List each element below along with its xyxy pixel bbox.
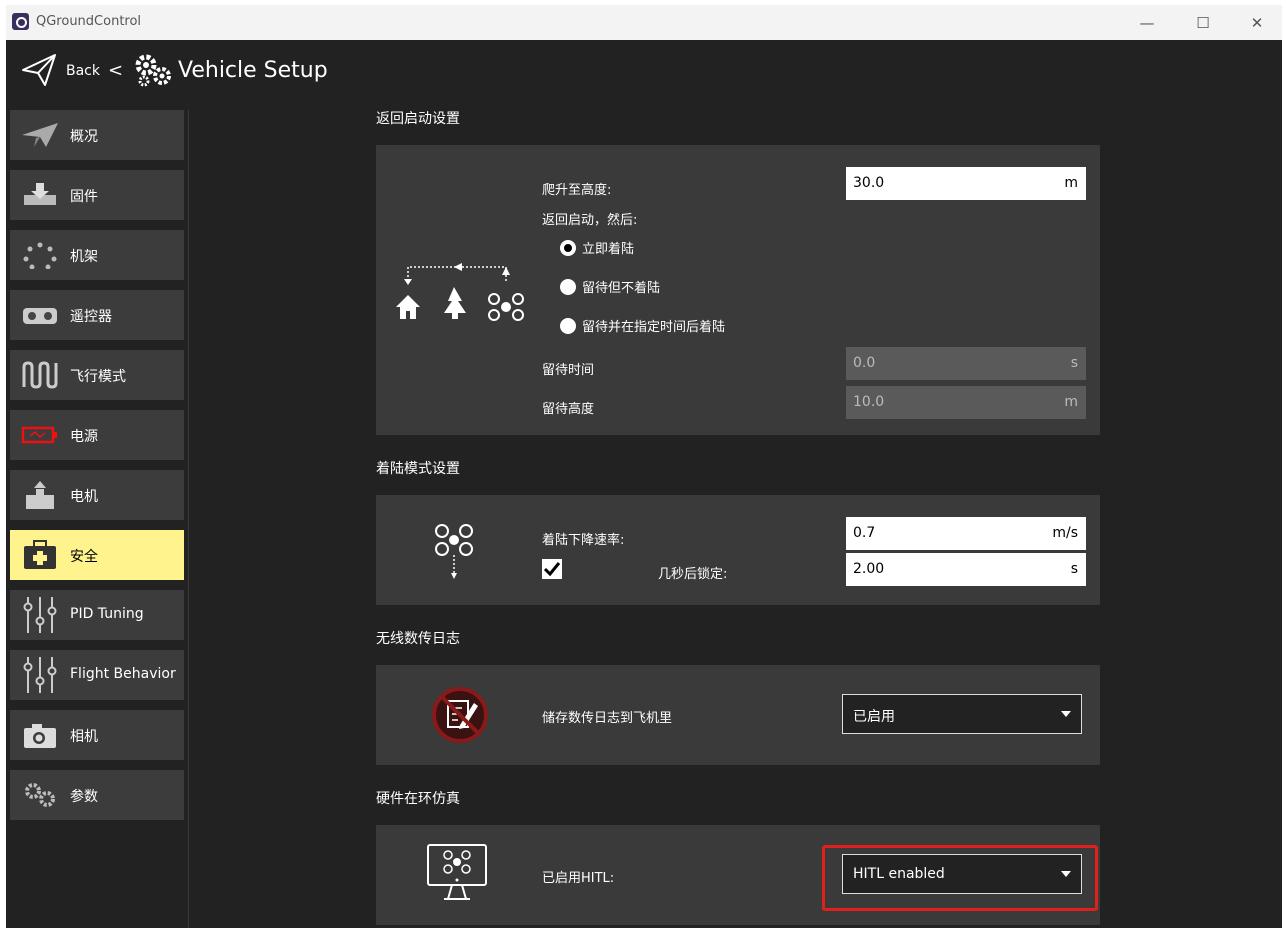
radio-icon [16, 300, 64, 330]
qgc-logo-icon [12, 13, 29, 30]
climb-altitude-label: 爬升至高度: [542, 183, 612, 198]
sidebar-item-flight-modes[interactable]: 飞行模式 [10, 350, 184, 400]
sidebar-item-label: 电源 [70, 429, 98, 445]
minimize-button[interactable]: — [1124, 5, 1170, 40]
rtl-section-title: 返回启动设置 [376, 111, 460, 127]
gears-icon [132, 52, 174, 92]
window-title: QGroundControl [36, 14, 142, 29]
top-toolbar: Back < Vehicle Setup [6, 40, 1282, 100]
rtl-diagram-icon [394, 257, 524, 331]
sidebar-item-flight-behavior[interactable]: Flight Behavior [10, 650, 184, 700]
descent-rate-field[interactable]: 0.7 m/s [846, 517, 1086, 550]
sidebar-item-safety[interactable]: 安全 [10, 530, 184, 580]
save-telemetry-value: 已启用 [853, 709, 895, 725]
motor-icon [16, 480, 64, 510]
flight-modes-icon [16, 360, 64, 390]
descent-rate-value: 0.7 [853, 525, 876, 541]
telemetry-section-title: 无线数传日志 [376, 631, 460, 647]
sidebar-item-summary[interactable]: 概况 [10, 110, 184, 160]
sidebar-item-parameters[interactable]: 参数 [10, 770, 184, 820]
telemetry-panel: 储存数传日志到飞机里 已启用 [376, 665, 1100, 765]
highlight-box [822, 845, 1098, 911]
sidebar-item-label: 遥控器 [70, 309, 112, 325]
sidebar-item-label: PID Tuning [70, 606, 144, 622]
climb-altitude-field[interactable]: 30.0 m [846, 167, 1086, 200]
climb-altitude-unit: m [1064, 175, 1078, 191]
sidebar-item-label: 概况 [70, 129, 98, 145]
sidebar-item-airframe[interactable]: 机架 [10, 230, 184, 280]
chevron-down-icon [1061, 711, 1071, 717]
sidebar-item-label: 安全 [70, 549, 98, 565]
save-telemetry-label: 储存数传日志到飞机里 [542, 711, 673, 726]
landing-drone-icon [426, 519, 486, 587]
loiter-time-unit: s [1070, 355, 1078, 371]
disarm-delay-value: 2.00 [853, 561, 885, 577]
sliders-icon [16, 597, 64, 633]
radio-label: 留待但不着陆 [582, 281, 661, 296]
rtl-panel: 爬升至高度: 30.0 m 返回启动，然后: 立即着陆 留待但不着陆 留待并在指… [376, 145, 1100, 435]
loiter-altitude-label: 留待高度 [542, 402, 595, 417]
radio-label: 立即着陆 [582, 242, 635, 257]
title-bar: QGroundControl — ☐ ✕ [6, 5, 1282, 40]
climb-altitude-value: 30.0 [853, 175, 885, 191]
sidebar-item-label: 参数 [70, 789, 98, 805]
sidebar-item-label: 相机 [70, 729, 98, 745]
sliders-icon [16, 657, 64, 693]
disarm-delay-field[interactable]: 2.00 s [846, 553, 1086, 586]
sidebar-divider [188, 110, 189, 928]
descent-rate-label: 着陆下降速率: [542, 533, 625, 548]
sidebar-item-camera[interactable]: 相机 [10, 710, 184, 760]
hitl-section-title: 硬件在环仿真 [376, 791, 460, 807]
save-telemetry-dropdown[interactable]: 已启用 [842, 694, 1082, 734]
breadcrumb-separator: < [108, 60, 124, 81]
sidebar-item-radio[interactable]: 遥控器 [10, 290, 184, 340]
maximize-button[interactable]: ☐ [1180, 5, 1226, 40]
loiter-altitude-field: 10.0 m [846, 386, 1086, 419]
checkmark-icon [543, 562, 561, 577]
loiter-time-field: 0.0 s [846, 347, 1086, 380]
descent-rate-unit: m/s [1052, 525, 1078, 541]
sidebar-item-motors[interactable]: 电机 [10, 470, 184, 520]
hitl-enabled-label: 已启用HITL: [542, 871, 615, 886]
sidebar-item-label: 飞行模式 [70, 369, 126, 385]
app-window: QGroundControl — ☐ ✕ Back < Vehicle Setu… [6, 5, 1282, 928]
firmware-icon [16, 180, 64, 210]
loiter-altitude-value: 10.0 [853, 394, 885, 410]
plane-icon [16, 120, 64, 150]
sidebar-item-label: 机架 [70, 249, 98, 265]
battery-icon [16, 420, 64, 450]
first-aid-icon [16, 540, 64, 570]
back-button[interactable]: Back [66, 63, 100, 79]
page-title: Vehicle Setup [178, 58, 328, 83]
landing-section-title: 着陆模式设置 [376, 461, 460, 477]
radio-land-immediately[interactable]: 立即着陆 [560, 238, 634, 257]
disarm-delay-unit: s [1070, 561, 1078, 577]
sidebar-item-pid-tuning[interactable]: PID Tuning [10, 590, 184, 640]
radio-loiter-no-land[interactable]: 留待但不着陆 [560, 277, 660, 296]
sidebar-item-firmware[interactable]: 固件 [10, 170, 184, 220]
loiter-time-label: 留待时间 [542, 363, 595, 378]
sidebar-item-label: 固件 [70, 189, 98, 205]
rtl-then-label: 返回启动，然后: [542, 213, 638, 228]
sidebar-item-power[interactable]: 电源 [10, 410, 184, 460]
paper-plane-icon[interactable] [20, 52, 58, 92]
radio-dot [560, 278, 576, 295]
sidebar-item-label: Flight Behavior [70, 666, 176, 682]
radio-dot [560, 239, 576, 256]
radio-dot [560, 317, 576, 334]
loiter-altitude-unit: m [1064, 394, 1078, 410]
gears-icon [16, 780, 64, 810]
no-log-icon [430, 685, 490, 749]
sidebar-item-label: 电机 [70, 489, 98, 505]
loiter-time-value: 0.0 [853, 355, 876, 371]
hitl-monitor-icon [426, 843, 488, 909]
radio-label: 留待并在指定时间后着陆 [582, 320, 726, 335]
radio-loiter-then-land[interactable]: 留待并在指定时间后着陆 [560, 316, 725, 335]
disarm-checkbox[interactable] [542, 559, 562, 579]
camera-icon [16, 720, 64, 750]
airframe-icon [16, 240, 64, 270]
landing-panel: 着陆下降速率: 0.7 m/s 几秒后锁定: 2.00 s [376, 495, 1100, 605]
close-button[interactable]: ✕ [1234, 5, 1280, 40]
disarm-delay-label: 几秒后锁定: [658, 567, 728, 582]
